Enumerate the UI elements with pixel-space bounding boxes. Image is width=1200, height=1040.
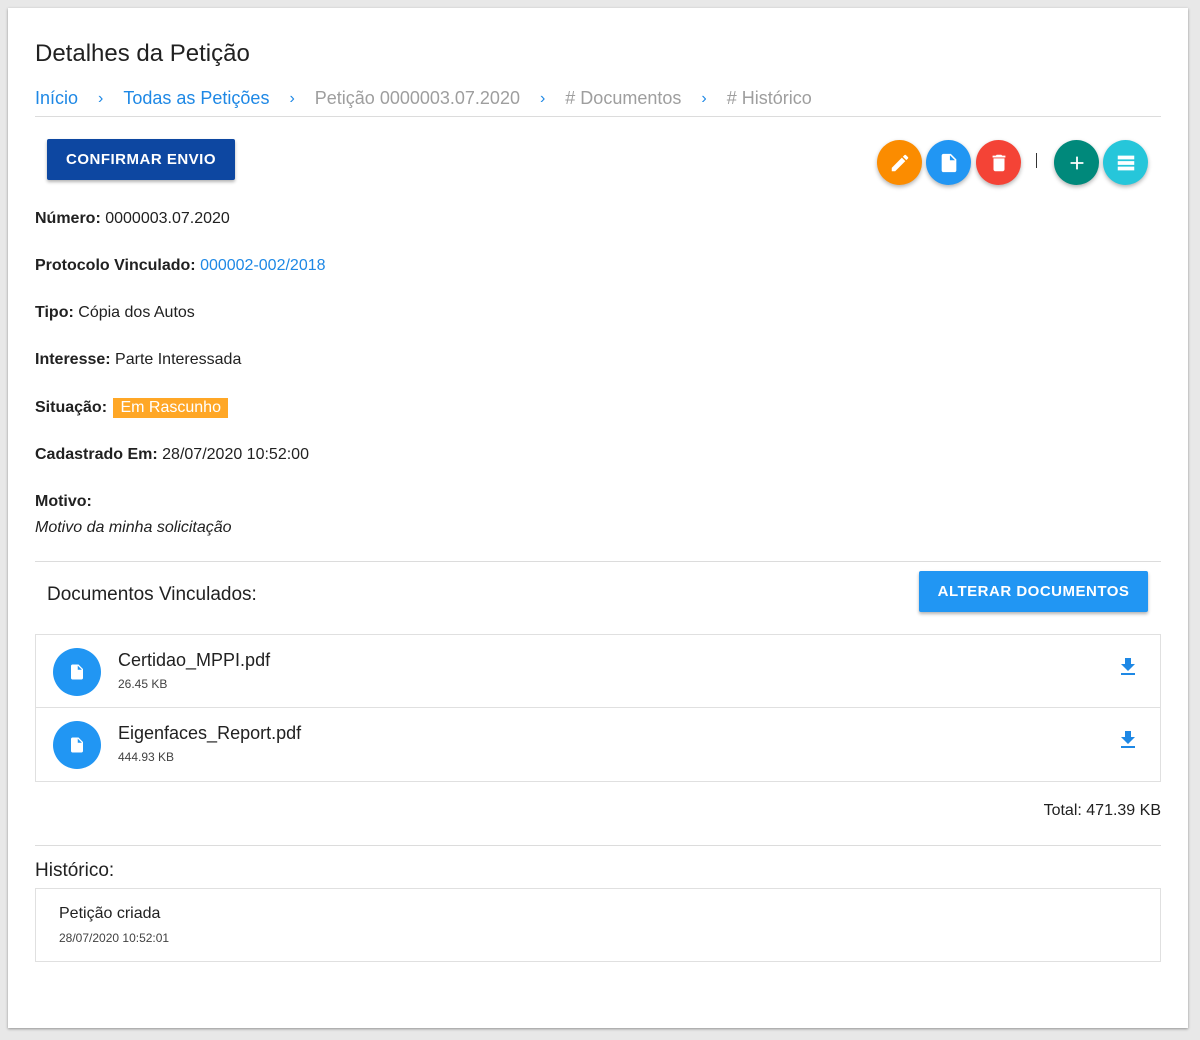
document-list: Certidao_MPPI.pdf 26.45 KB Eigenfaces_Re… xyxy=(35,634,1161,782)
history-list: Petição criada 28/07/2020 10:52:01 xyxy=(35,888,1161,962)
download-icon xyxy=(1121,658,1135,675)
divider xyxy=(35,561,1161,562)
documents-total: Total: 471.39 KB xyxy=(1043,802,1161,819)
download-button[interactable] xyxy=(1116,728,1140,752)
field-value: Cópia dos Autos xyxy=(78,304,195,321)
status-badge: Em Rascunho xyxy=(113,398,228,418)
document-item[interactable]: Eigenfaces_Report.pdf 444.93 KB xyxy=(36,708,1160,781)
field-interesse: Interesse: Parte Interessada xyxy=(35,351,241,369)
list-icon xyxy=(1117,155,1134,170)
field-situacao: Situação: Em Rascunho xyxy=(35,398,228,418)
list-button[interactable] xyxy=(1103,140,1148,185)
document-icon xyxy=(71,737,83,753)
field-value: 0000003.07.2020 xyxy=(105,210,230,227)
edit-button[interactable] xyxy=(877,140,922,185)
breadcrumb-todas-peticoes[interactable]: Todas as Petições xyxy=(123,88,269,109)
breadcrumb-historico: # Histórico xyxy=(726,88,812,108)
field-cadastrado: Cadastrado Em: 28/07/2020 10:52:00 xyxy=(35,446,309,464)
field-label: Protocolo Vinculado: xyxy=(35,257,196,274)
document-size: 444.93 KB xyxy=(118,750,175,764)
divider xyxy=(35,845,1161,846)
document-icon xyxy=(941,153,956,172)
field-label: Cadastrado Em: xyxy=(35,446,158,463)
alter-documents-button[interactable]: ALTERAR DOCUMENTOS xyxy=(919,571,1148,612)
field-label: Tipo: xyxy=(35,304,74,321)
breadcrumb-peticao: Petição 0000003.07.2020 xyxy=(314,88,520,108)
field-numero: Número: 0000003.07.2020 xyxy=(35,210,230,228)
view-document-button[interactable] xyxy=(926,140,971,185)
field-label: Interesse: xyxy=(35,351,111,368)
chevron-right-icon: › xyxy=(539,89,546,107)
chevron-right-icon: › xyxy=(289,89,295,107)
field-value: 28/07/2020 10:52:00 xyxy=(162,446,309,463)
history-item-date: 28/07/2020 10:52:01 xyxy=(59,931,170,945)
file-avatar xyxy=(53,721,101,769)
breadcrumb-inicio[interactable]: Início xyxy=(35,88,78,109)
document-size: 26.45 KB xyxy=(118,677,168,691)
document-name: Eigenfaces_Report.pdf xyxy=(118,723,302,743)
field-label: Motivo: xyxy=(35,493,92,510)
breadcrumb: Início › Todas as Petições › Petição 000… xyxy=(35,85,1161,117)
field-label: Número: xyxy=(35,210,101,227)
page-title: Detalhes da Petição xyxy=(35,40,250,67)
petition-details-card: Detalhes da Petição Início › Todas as Pe… xyxy=(8,8,1188,1028)
motivo-text: Motivo da minha solicitação xyxy=(35,519,232,536)
pencil-icon xyxy=(891,154,908,171)
chevron-right-icon: › xyxy=(98,89,104,107)
field-tipo: Tipo: Cópia dos Autos xyxy=(35,304,195,322)
field-label: Situação: xyxy=(35,399,108,416)
chevron-right-icon: › xyxy=(701,89,707,107)
file-avatar xyxy=(53,648,101,696)
confirm-send-button[interactable]: CONFIRMAR ENVIO xyxy=(47,139,235,180)
documents-title: Documentos Vinculados: xyxy=(47,584,257,605)
download-button[interactable] xyxy=(1116,655,1140,679)
toolbar-divider xyxy=(1036,153,1037,168)
document-name: Certidao_MPPI.pdf xyxy=(118,650,271,670)
protocolo-link[interactable]: 000002-002/2018 xyxy=(200,257,325,274)
history-item-text: Petição criada xyxy=(59,905,161,922)
document-icon xyxy=(71,664,83,680)
breadcrumb-documentos: # Documentos xyxy=(565,88,682,108)
document-item[interactable]: Certidao_MPPI.pdf 26.45 KB xyxy=(36,635,1160,708)
field-protocolo: Protocolo Vinculado: 000002-002/2018 xyxy=(35,257,326,275)
trash-icon xyxy=(992,154,1005,171)
download-icon xyxy=(1121,731,1135,748)
delete-button[interactable] xyxy=(976,140,1021,185)
plus-icon xyxy=(1070,156,1083,169)
field-motivo: Motivo: xyxy=(35,493,92,511)
add-button[interactable] xyxy=(1054,140,1099,185)
history-title: Histórico: xyxy=(35,860,115,881)
field-value: Parte Interessada xyxy=(115,351,242,368)
